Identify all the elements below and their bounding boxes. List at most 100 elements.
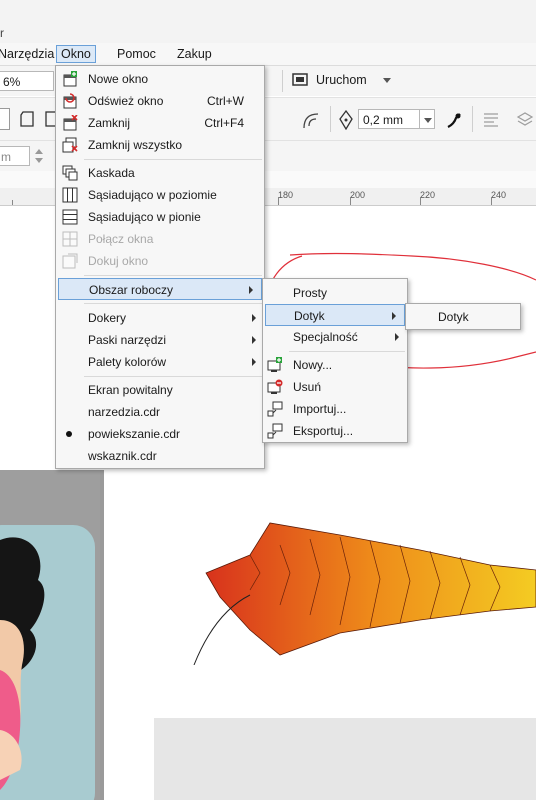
menu-item-label: Prosty (293, 286, 328, 300)
menu-item-delete-workspace[interactable]: Usuń (263, 376, 407, 398)
menu-item-label: Zamknij wszystko (88, 138, 183, 152)
menu-item-close-all[interactable]: Zamknij wszystko (56, 134, 264, 156)
menu-item-new-workspace[interactable]: Nowy... (263, 354, 407, 376)
submenu-arrow-icon (252, 358, 256, 366)
menu-narzedzia[interactable]: Narzędzia (0, 46, 58, 62)
menu-item-label: Odśwież okno (88, 94, 164, 108)
menu-item-label: powiekszanie.cdr (88, 427, 181, 441)
ruler-label: 240 (491, 190, 507, 200)
portrait-icon[interactable] (0, 108, 10, 130)
menu-item-simple[interactable]: Prosty (263, 282, 407, 304)
tile-vertical-icon (62, 209, 78, 225)
menu-item-label: Nowy... (293, 358, 333, 372)
ruler-tick (491, 197, 492, 205)
spin-up-icon[interactable] (35, 149, 43, 154)
outline-width-input[interactable]: 0,2 mm (358, 109, 420, 129)
menu-item-dock-window: Dokuj okno (56, 250, 264, 272)
menu-item-new-window[interactable]: Nowe okno (56, 68, 264, 90)
okno-menu: Nowe okno Odśwież okno Ctrl+W Zamknij Ct… (55, 65, 265, 469)
toolbar-separator (282, 70, 283, 92)
spin-down-icon[interactable] (35, 158, 43, 163)
menu-item-label: Importuj... (293, 402, 347, 416)
menu-item-label: Kaskada (88, 166, 135, 180)
shortcut-label: Ctrl+F4 (204, 116, 244, 130)
menu-item-combine-windows: Połącz okna (56, 228, 264, 250)
chevron-down-icon (424, 118, 432, 123)
delete-workspace-icon (267, 379, 283, 395)
menu-item-label: Sąsiadująco w pionie (88, 210, 201, 224)
ruler-label: 200 (350, 190, 366, 200)
close-window-icon (62, 114, 78, 131)
menu-item-label: Palety kolorów (88, 355, 167, 369)
menu-item-label: wskaznik.cdr (88, 449, 157, 463)
submenu-arrow-icon (252, 314, 256, 322)
active-document-bullet-icon (66, 431, 72, 437)
submenu-arrow-icon (395, 333, 399, 341)
menu-item-document[interactable]: powiekszanie.cdr (56, 423, 264, 445)
ruler-label: 220 (420, 190, 436, 200)
menu-item-workspace[interactable]: Obszar roboczy (58, 278, 262, 300)
zoom-input[interactable]: 6% (0, 71, 54, 91)
menu-item-label: Sąsiadująco w poziomie (88, 188, 217, 202)
menu-item-welcome-screen[interactable]: Ekran powitalny (56, 379, 264, 401)
menu-item-document[interactable]: wskaznik.cdr (56, 445, 264, 467)
outline-width-dropdown[interactable] (419, 109, 435, 129)
feather-graphic (193, 522, 536, 665)
submenu-arrow-icon (252, 336, 256, 344)
menu-item-label: Obszar roboczy (89, 283, 174, 297)
menu-item-touch[interactable]: Dotyk (265, 304, 405, 326)
menu-item-label: Połącz okna (88, 232, 154, 246)
text-wrap-icon[interactable] (482, 110, 500, 128)
menu-separator (84, 159, 262, 160)
menu-bar: Narzędzia Okno Pomoc Zakup (0, 43, 536, 66)
pen-nib-icon (338, 109, 354, 131)
import-icon (267, 401, 283, 417)
launch-icon[interactable] (292, 72, 308, 88)
menu-item-label: Dokuj okno (88, 254, 149, 268)
units-input[interactable]: m (0, 146, 30, 166)
menu-item-label: Specjalność (293, 330, 358, 344)
dock-icon (62, 253, 78, 269)
menu-item-cascade[interactable]: Kaskada (56, 162, 264, 184)
new-window-icon (62, 71, 78, 87)
ruler-tick (12, 200, 13, 205)
launch-button[interactable]: Uruchom (316, 73, 367, 87)
launch-dropdown-icon[interactable] (383, 78, 391, 83)
menu-item-import-workspace[interactable]: Importuj... (263, 398, 407, 420)
shortcut-label: Ctrl+W (207, 94, 244, 108)
menu-separator (84, 376, 262, 377)
menu-item-label: Paski narzędzi (88, 333, 167, 347)
menu-item-label: Dotyk (294, 309, 325, 323)
menu-item-export-workspace[interactable]: Eksportuj... (263, 420, 407, 442)
menu-item-close[interactable]: Zamknij Ctrl+F4 (56, 112, 264, 134)
illustration-woman (0, 470, 100, 800)
menu-item-label: Usuń (293, 380, 322, 394)
menu-item-label: Dokery (88, 311, 127, 325)
ruler-tick (350, 197, 351, 205)
new-workspace-icon (267, 357, 283, 373)
menu-item-tile-horizontal[interactable]: Sąsiadująco w poziomie (56, 184, 264, 206)
page-corner-icon[interactable] (18, 110, 36, 128)
units-spinner[interactable] (34, 147, 44, 165)
arrange-icon[interactable] (516, 110, 534, 128)
export-icon (267, 423, 283, 439)
menu-item-label: Eksportuj... (293, 424, 354, 438)
menu-item-toolbars[interactable]: Paski narzędzi (56, 329, 264, 351)
pen-stroke-icon[interactable] (444, 110, 464, 130)
menu-okno[interactable]: Okno (56, 45, 96, 63)
menu-item-touch-workspace[interactable]: Dotyk (406, 306, 520, 328)
workspace-submenu: Prosty Dotyk Specjalność Nowy... Usuń Im… (262, 278, 408, 443)
menu-item-palettes[interactable]: Palety kolorów (56, 351, 264, 373)
menu-item-refresh-window[interactable]: Odśwież okno Ctrl+W (56, 90, 264, 112)
menu-item-tile-vertical[interactable]: Sąsiadująco w pionie (56, 206, 264, 228)
menu-pomoc[interactable]: Pomoc (113, 46, 160, 62)
window-title: r (0, 26, 4, 40)
tile-horizontal-icon (62, 187, 78, 203)
menu-item-document[interactable]: narzedzia.cdr (56, 401, 264, 423)
combine-icon (62, 231, 78, 247)
menu-zakup[interactable]: Zakup (173, 46, 216, 62)
corner-rounding-icon[interactable] (300, 110, 320, 130)
menu-item-special[interactable]: Specjalność (263, 326, 407, 348)
menu-item-dockers[interactable]: Dokery (56, 307, 264, 329)
menu-item-label: Zamknij (88, 116, 131, 130)
